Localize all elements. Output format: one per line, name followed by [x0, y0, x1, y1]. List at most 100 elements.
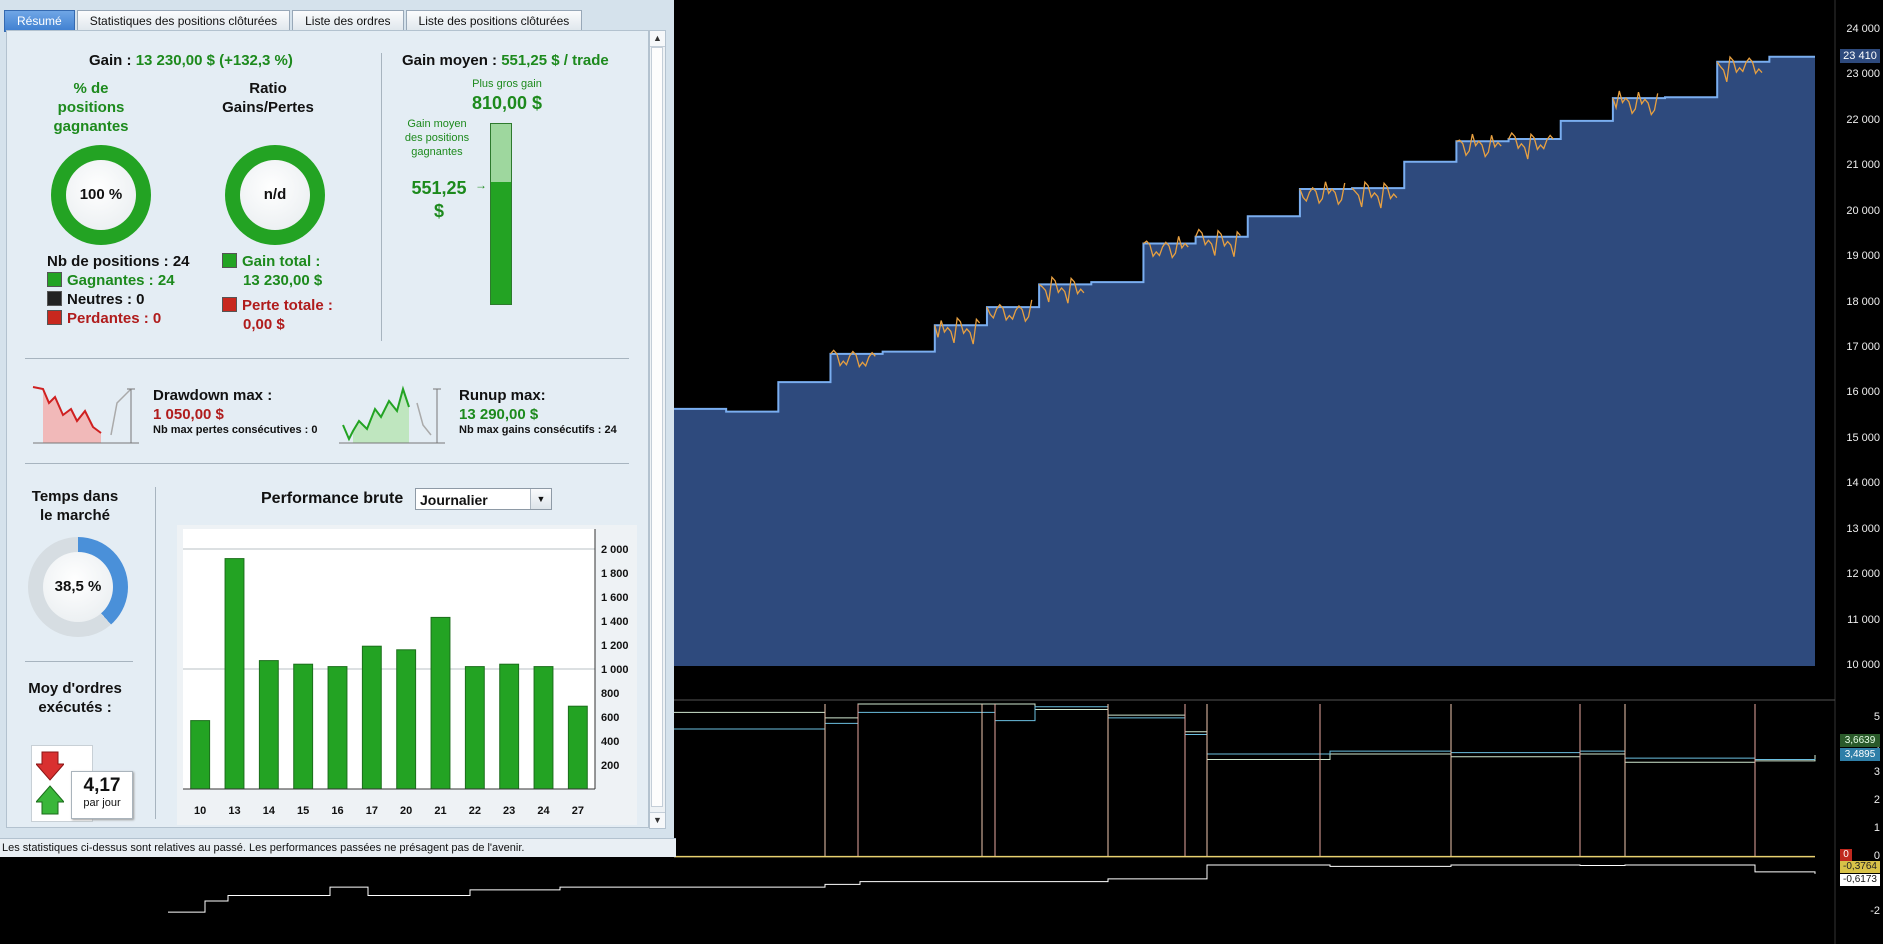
gain-label: Gain :	[89, 52, 132, 69]
avg-win-value: 551,25 $	[411, 178, 467, 221]
perf-bar-21	[430, 616, 451, 790]
win-pct-gauge: 100 %	[51, 145, 151, 245]
price-tick-11: 21 000	[1846, 159, 1880, 172]
gain-total-row: Gain total :	[222, 253, 320, 270]
price-tick-14: 24 000	[1846, 23, 1880, 35]
perf-x-tick-21: 21	[434, 805, 446, 817]
divider-vertical	[381, 53, 382, 341]
avg-gain-value: 551,25 $ / trade	[501, 52, 609, 69]
time-in-market-title: Temps dans le marché	[31, 488, 119, 524]
neutral-count: Neutres : 0	[67, 291, 145, 308]
indicator-value-badge-2: 3,4895	[1840, 748, 1880, 761]
indicator-line-3	[168, 864, 1816, 913]
perf-y-tick-3: 600	[601, 712, 619, 724]
scroll-up-icon[interactable]: ▲	[650, 31, 665, 47]
perf-y-tick-5: 1 000	[601, 664, 629, 676]
price-tick-1: 11 000	[1847, 613, 1880, 626]
loss-total-value: 0,00 $	[243, 316, 285, 333]
losers-row: Perdantes : 0	[47, 310, 161, 327]
performance-bar-chart: 10 13 14 15 16 17 20 21 22 23 24 27 200 400 600 800 1 00…	[177, 525, 637, 825]
price-tick-10: 20 000	[1846, 204, 1880, 217]
perf-x-tick-27: 27	[572, 805, 584, 817]
arrow-right-icon: →	[475, 178, 487, 192]
statistics-panel: Résumé Statistiques des positions clôtur…	[0, 0, 676, 857]
price-tick-7: 17 000	[1846, 341, 1880, 353]
gain-summary: Gain : 13 230,00 $ (+132,3 %)	[89, 52, 293, 69]
price-tick-6: 16 000	[1846, 386, 1880, 399]
scroll-thumb[interactable]	[651, 47, 663, 807]
max-loss-streak: Nb max pertes consécutives : 0	[153, 424, 318, 436]
indicator-value-badge-4: -0,3764	[1840, 861, 1880, 873]
ratio-gauge: n/d	[225, 145, 325, 245]
time-in-market-gauge: 38,5 %	[28, 537, 128, 637]
perf-bar-22	[464, 666, 485, 790]
price-tick-12: 22 000	[1846, 113, 1880, 126]
last-price-badge: 23 410	[1840, 49, 1880, 63]
perf-y-tick-1: 200	[601, 760, 619, 772]
perf-bar-17	[361, 645, 382, 790]
avg-win-label: Gain moyen des positions gagnantes	[404, 118, 470, 158]
runup-sparkline-icon	[339, 385, 445, 444]
perf-bar-20	[396, 649, 417, 790]
sell-buy-arrows-icon	[36, 751, 64, 815]
losers-count: Perdantes : 0	[67, 310, 162, 327]
perf-x-tick-24: 24	[537, 805, 550, 817]
divider-1	[25, 358, 629, 359]
perf-bar-13	[224, 558, 245, 790]
perf-y-tick-6: 1 200	[601, 640, 629, 652]
price-tick-5: 15 000	[1846, 431, 1880, 444]
disclaimer-footer: Les statistiques ci-dessus sont relative…	[0, 838, 676, 857]
tab-resume[interactable]: Résumé	[4, 10, 75, 32]
chevron-down-icon: ▼	[530, 489, 551, 509]
period-value: Journalier	[420, 492, 488, 508]
perf-bar-27	[567, 705, 588, 790]
equity-area	[674, 56, 1815, 666]
gain-value: 13 230,00 $ (+132,3 %)	[135, 52, 293, 69]
tab-order-list[interactable]: Liste des ordres	[292, 10, 404, 32]
indicator-tick-5: 3	[1873, 766, 1880, 779]
avg-orders-title: Moy d'ordres exécutés :	[28, 680, 122, 716]
perf-y-tick-8: 1 600	[601, 592, 629, 604]
scrollbar[interactable]: ▲ ▼	[649, 30, 666, 829]
divider-2	[25, 463, 629, 464]
winners-row: Gagnantes : 24	[47, 272, 175, 289]
ratio-title: Ratio Gains/Pertes	[222, 80, 314, 116]
tab-closed-positions-list[interactable]: Liste des positions clôturées	[405, 10, 583, 32]
avg-orders-unit: par jour	[83, 797, 121, 809]
price-tick-4: 14 000	[1846, 477, 1880, 490]
scroll-down-icon[interactable]: ▼	[650, 812, 665, 828]
loss-total-label: Perte totale :	[242, 297, 333, 314]
price-tick-13: 23 000	[1846, 68, 1880, 81]
indicator-tick-2: 0	[1873, 849, 1880, 862]
orders-per-day-box: 4,17 par jour	[71, 771, 133, 819]
indicator-tick-4: 2	[1873, 794, 1880, 807]
indicator-value-badge-3: 0	[1840, 849, 1852, 861]
gain-total-square-icon	[222, 253, 237, 268]
perf-x-tick-10: 10	[194, 805, 206, 817]
perf-x-tick-22: 22	[469, 805, 481, 817]
perf-x-tick-14: 14	[263, 805, 276, 817]
perf-x-tick-13: 13	[228, 805, 240, 817]
avg-gain-label: Gain moyen :	[402, 52, 498, 69]
perf-x-tick-17: 17	[366, 805, 378, 817]
tab-closed-positions-stats[interactable]: Statistiques des positions clôturées	[76, 10, 291, 32]
winners-count: Gagnantes : 24	[67, 272, 175, 289]
period-dropdown[interactable]: Journalier ▼	[415, 488, 552, 510]
summary-content: Gain : 13 230,00 $ (+132,3 %) % de posit…	[6, 30, 649, 828]
price-tick-9: 19 000	[1846, 250, 1880, 263]
indicator-tick-7: 5	[1873, 710, 1880, 723]
avg-gain-row: Gain moyen : 551,25 $ / trade	[402, 52, 609, 69]
perf-x-tick-20: 20	[400, 805, 412, 817]
bar-plot-area	[183, 529, 595, 789]
loss-total-row: Perte totale :	[222, 297, 333, 314]
price-tick-8: 18 000	[1846, 295, 1880, 308]
avg-orders-value: 4,17	[83, 775, 121, 796]
perf-y-tick-10: 2 000	[601, 544, 629, 556]
neutral-row: Neutres : 0	[47, 291, 145, 308]
indicator-value-badge-1: 3,6639	[1840, 734, 1880, 747]
biggest-gain-label: Plus gros gain	[472, 78, 542, 90]
drawdown-value: 1 050,00 $	[153, 406, 224, 423]
max-win-streak: Nb max gains consécutifs : 24	[459, 424, 617, 436]
win-pct-value: 100 %	[66, 160, 136, 230]
perf-y-tick-2: 400	[601, 736, 619, 748]
